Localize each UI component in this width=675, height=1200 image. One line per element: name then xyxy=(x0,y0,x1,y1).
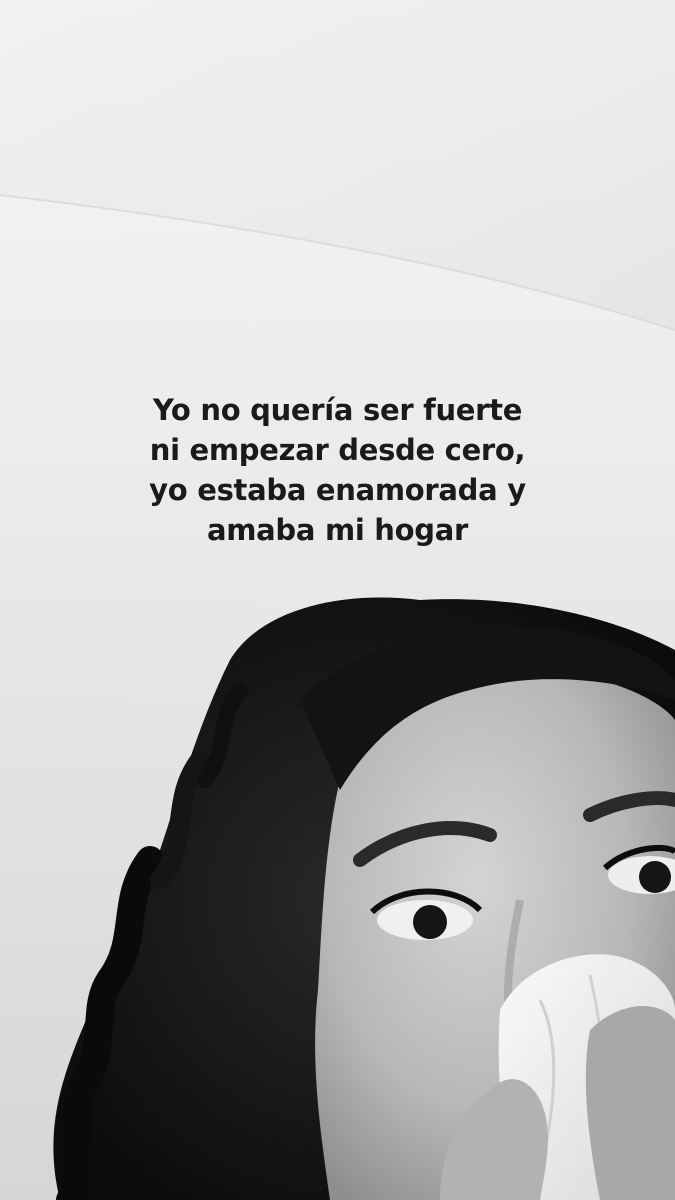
caption-line: Yo no quería ser fuerte xyxy=(152,393,523,427)
caption-line: amaba mi hogar xyxy=(206,513,469,547)
story-frame: Yo no quería ser fuerte ni empezar desde… xyxy=(0,0,675,1200)
story-caption: Yo no quería ser fuerte ni empezar desde… xyxy=(0,390,675,550)
caption-line: yo estaba enamorada y xyxy=(149,473,526,507)
photo-scene xyxy=(0,0,675,1200)
caption-line: ni empezar desde cero, xyxy=(149,433,526,467)
